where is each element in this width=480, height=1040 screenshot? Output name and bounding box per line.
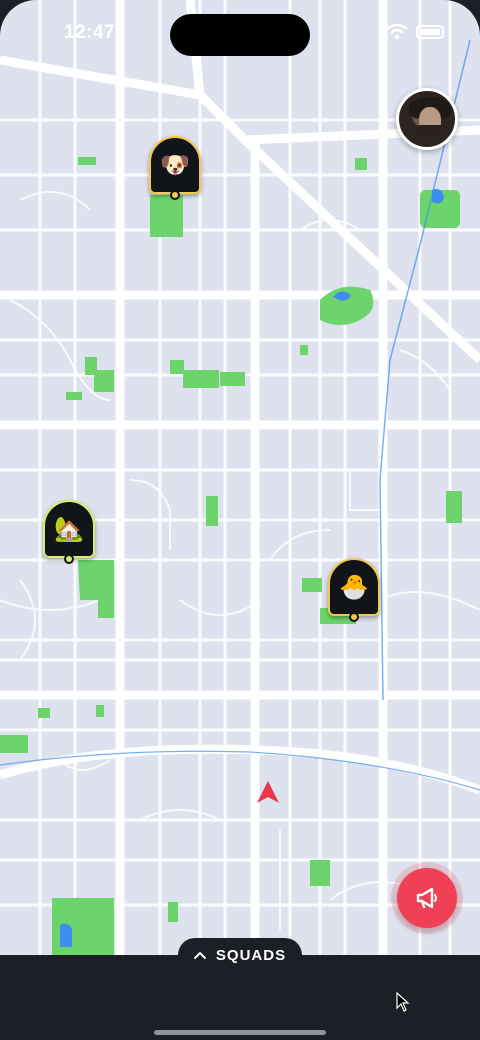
dynamic-island: [170, 14, 310, 56]
status-bar-icons: [386, 24, 444, 40]
pin-location-dot: [349, 612, 359, 622]
battery-icon: [416, 25, 444, 39]
squad-pin-dog[interactable]: 🐶: [149, 136, 201, 200]
chevron-up-icon: [193, 951, 206, 959]
pin-location-dot: [170, 190, 180, 200]
map-view[interactable]: 12:47 🐶 🏡 🐣: [0, 0, 480, 955]
phone-screen: 12:47 🐶 🏡 🐣 SQUADS: [0, 0, 480, 1040]
squads-button[interactable]: SQUADS: [178, 938, 302, 972]
house-icon: 🏡: [43, 500, 95, 558]
pin-location-dot: [64, 554, 74, 564]
megaphone-button[interactable]: [397, 868, 457, 928]
wifi-icon: [386, 24, 408, 40]
hatching-chick-icon: 🐣: [328, 558, 380, 616]
megaphone-icon: [416, 887, 437, 909]
avatar-beard: [418, 125, 442, 141]
mouse-cursor-icon: [396, 992, 410, 1012]
status-bar-time: 12:47: [64, 22, 116, 43]
navigation-arrow-icon: [257, 781, 279, 803]
squad-pin-chick[interactable]: 🐣: [328, 558, 380, 622]
squad-pin-home[interactable]: 🏡: [43, 500, 95, 564]
dog-face-icon: 🐶: [149, 136, 201, 194]
user-avatar[interactable]: [396, 88, 458, 150]
squads-label: SQUADS: [215, 946, 287, 964]
home-indicator[interactable]: [154, 1030, 326, 1035]
